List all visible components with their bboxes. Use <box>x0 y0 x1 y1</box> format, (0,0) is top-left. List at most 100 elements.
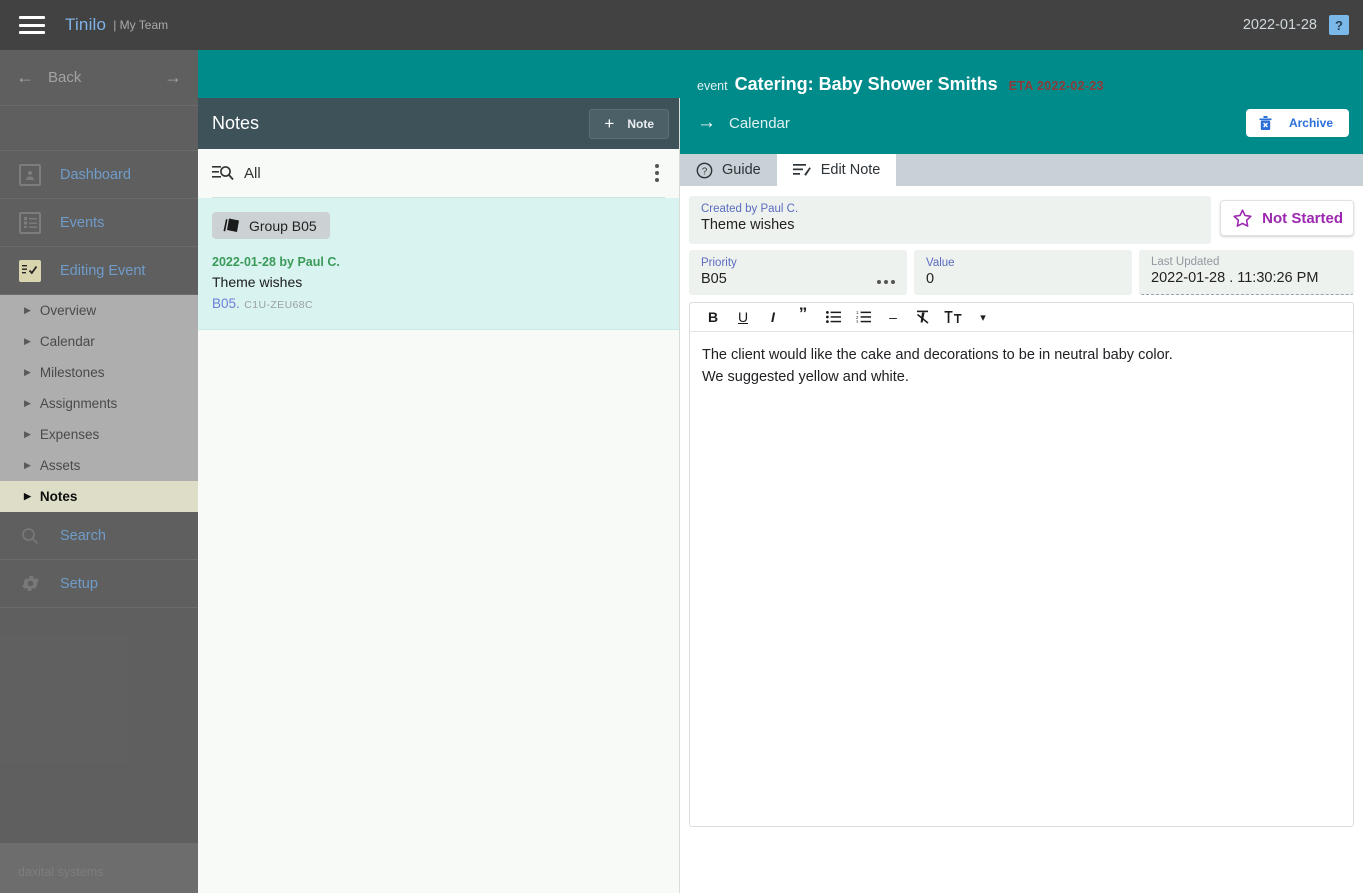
tab-guide[interactable]: ? Guide <box>680 154 777 186</box>
status-badge-label: Not Started <box>1262 209 1343 227</box>
gear-icon <box>18 572 42 596</box>
sidebar-item-label: Dashboard <box>60 166 131 183</box>
add-note-label: Note <box>627 116 654 131</box>
note-title-value: Theme wishes <box>701 217 795 233</box>
note-editor-text[interactable]: The client would like the cake and decor… <box>690 332 1353 826</box>
priority-more-icon[interactable] <box>877 280 895 284</box>
sidebar-subitem-label: Expenses <box>39 427 100 442</box>
priority-value: B05 <box>701 271 727 287</box>
list-box-icon <box>18 211 42 235</box>
note-title-field[interactable]: Created by Paul C. Theme wishes <box>689 196 1212 244</box>
sidebar-back-button[interactable]: ← Back → <box>0 50 198 106</box>
list-item[interactable]: Group B05 2022-01-28 by Paul C. Theme wi… <box>198 198 679 330</box>
sidebar-spacer <box>0 106 198 151</box>
value-label: Value <box>926 257 955 269</box>
priority-field[interactable]: Priority B05 <box>689 250 907 295</box>
sidebar: ← Back → Dashboard Events Editing Event … <box>0 50 198 893</box>
last-updated-value: 2022-01-28 . 11:30:26 PM <box>1151 270 1319 286</box>
sidebar-subitem-label: Assets <box>39 458 81 473</box>
note-uid: C1U-ZEU68C <box>244 299 314 311</box>
tabs-strip: ? Guide Edit Note <box>680 154 1363 186</box>
brand-name[interactable]: Tinilo <box>65 15 106 35</box>
top-bar: Tinilo | My Team 2022-01-28 ? <box>0 0 1363 50</box>
sidebar-item-editing-event[interactable]: Editing Event <box>0 247 198 295</box>
caret-right-icon: ▶ <box>24 305 31 315</box>
event-title-row: event Catering: Baby Shower Smiths ETA 2… <box>680 74 1363 95</box>
sidebar-item-setup[interactable]: Setup <box>0 560 198 608</box>
notes-panel-title: Notes <box>212 113 260 133</box>
sidebar-item-label: Editing Event <box>60 262 146 279</box>
sidebar-item-label: Events <box>60 214 105 231</box>
sidebar-item-expenses[interactable]: ▶ Expenses <box>0 419 198 450</box>
sidebar-item-label: Setup <box>60 575 98 592</box>
note-code: B05 <box>212 296 237 311</box>
app-root: Tinilo | My Team 2022-01-28 ? ← Back → D… <box>0 0 1363 893</box>
bullet-list-button[interactable] <box>818 304 848 330</box>
tab-label: Guide <box>722 162 761 178</box>
sidebar-subitem-label: Calendar <box>39 334 95 349</box>
sidebar-item-search[interactable]: Search <box>0 512 198 560</box>
clear-format-button[interactable] <box>908 304 938 330</box>
value-value: 0 <box>926 271 935 287</box>
sidebar-item-overview[interactable]: ▶ Overview <box>0 295 198 326</box>
quote-button[interactable]: ” <box>788 304 818 330</box>
sidebar-subnav: ▶ Overview ▶ Calendar ▶ Milestones ▶ Ass… <box>0 295 198 512</box>
note-code-row: B05. C1U-ZEU68C <box>212 295 665 313</box>
caret-right-icon: ▶ <box>24 398 31 408</box>
bold-button[interactable]: B <box>698 304 728 330</box>
status-badge[interactable]: Not Started <box>1220 200 1354 236</box>
group-chip[interactable]: Group B05 <box>212 212 330 239</box>
sidebar-item-assets[interactable]: ▶ Assets <box>0 450 198 481</box>
arrow-right-icon: → <box>697 112 716 133</box>
notes-panel: Notes + Note All Group B05 2022-01-28 by… <box>198 98 680 893</box>
last-updated-field: Last Updated 2022-01-28 . 11:30:26 PM <box>1139 250 1354 295</box>
more-dropdown-button[interactable]: ▾ <box>968 304 998 330</box>
star-icon <box>1232 208 1253 229</box>
underline-button[interactable]: U <box>728 304 758 330</box>
current-date: 2022-01-28 <box>1242 17 1317 33</box>
tab-label: Edit Note <box>820 162 881 178</box>
event-eta: ETA 2022-02-23 <box>1008 79 1104 93</box>
sidebar-item-notes[interactable]: ▶ Notes <box>0 481 198 512</box>
group-stack-icon <box>222 217 241 234</box>
hamburger-icon[interactable] <box>19 16 45 34</box>
detail-panel: event Catering: Baby Shower Smiths ETA 2… <box>680 50 1363 893</box>
event-nav-calendar-link[interactable]: Calendar <box>729 115 790 132</box>
created-by-label: Created by Paul C. <box>701 203 799 215</box>
horizontal-rule-button[interactable]: – <box>878 304 908 330</box>
notes-filter-menu-icon[interactable] <box>649 158 665 188</box>
magnifier-icon <box>18 524 42 548</box>
caret-right-icon: ▶ <box>24 460 31 470</box>
sidebar-footer: daxital systems <box>18 865 104 879</box>
numbered-list-button[interactable]: 1 2 3 <box>848 304 878 330</box>
sidebar-subitem-label: Assignments <box>39 396 118 411</box>
font-size-button[interactable] <box>938 304 968 330</box>
sidebar-item-dashboard[interactable]: Dashboard <box>0 151 198 199</box>
caret-right-icon: ▶ <box>24 491 31 501</box>
sidebar-item-calendar[interactable]: ▶ Calendar <box>0 326 198 357</box>
note-title-row: Created by Paul C. Theme wishes Not Star… <box>689 196 1354 244</box>
arrow-right-icon[interactable]: → <box>164 67 182 88</box>
plus-icon: + <box>604 114 615 133</box>
question-circle-icon: ? <box>696 162 713 179</box>
caret-right-icon: ▶ <box>24 336 31 346</box>
value-field[interactable]: Value 0 <box>914 250 1132 295</box>
notes-filter-bar[interactable]: All <box>198 149 679 197</box>
sidebar-item-label: Search <box>60 527 106 544</box>
page-title: Catering: Baby Shower Smiths <box>734 74 998 94</box>
sidebar-item-milestones[interactable]: ▶ Milestones <box>0 357 198 388</box>
note-title: Theme wishes <box>212 274 303 290</box>
sidebar-item-assignments[interactable]: ▶ Assignments <box>0 388 198 419</box>
sidebar-subitem-label: Overview <box>39 303 97 318</box>
editor-line: The client would like the cake and decor… <box>702 347 1173 363</box>
edit-checklist-icon <box>18 259 42 283</box>
user-card-icon <box>18 163 42 187</box>
arrow-left-icon: ← <box>16 67 34 87</box>
archive-button[interactable]: Archive <box>1245 109 1349 137</box>
italic-button[interactable]: I <box>758 304 788 330</box>
add-note-button[interactable]: + Note <box>589 108 669 139</box>
tab-edit-note[interactable]: Edit Note <box>776 154 897 186</box>
notes-filter-label: All <box>244 164 261 182</box>
sidebar-item-events[interactable]: Events <box>0 199 198 247</box>
help-icon[interactable]: ? <box>1329 15 1349 35</box>
